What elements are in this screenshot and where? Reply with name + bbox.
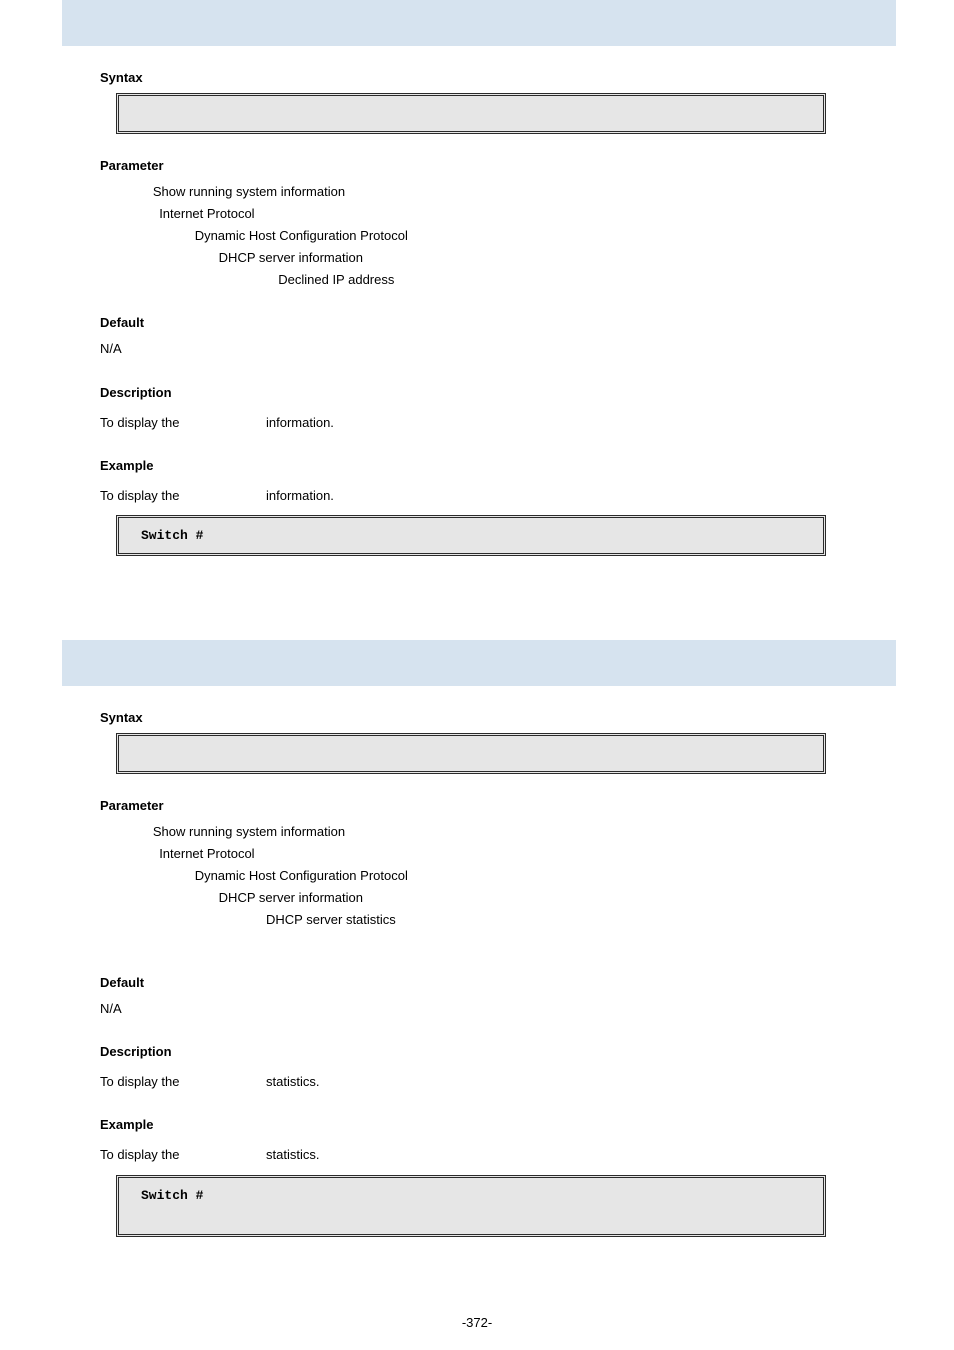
- example-code-2: Switch # show ip dhcp server statistics: [116, 1175, 826, 1237]
- example-text-2: To display the DHCP server statistics.: [100, 1144, 954, 1166]
- param-row: server DHCP server information: [176, 247, 954, 269]
- param-desc: DHCP server information: [219, 890, 363, 905]
- param-row: ip Internet Protocol: [144, 203, 954, 225]
- param-desc: DHCP server statistics: [266, 912, 396, 927]
- default-label-2: Default: [100, 975, 954, 990]
- ex-prefix: To display the: [100, 1147, 183, 1162]
- example-text-1: To display the DHCP server information.: [100, 485, 954, 507]
- param-desc: Internet Protocol: [159, 206, 254, 221]
- param-desc: Declined IP address: [278, 272, 394, 287]
- description-text-2: To display the DHCP server statistics.: [100, 1071, 954, 1093]
- syntax-code-2: show ip dhcp server statistics: [116, 733, 826, 774]
- ex-suffix: information.: [262, 488, 334, 503]
- code-prefix: Switch #: [141, 528, 211, 543]
- desc-prefix: To display the: [100, 1074, 183, 1089]
- page-number: -372-: [0, 1315, 954, 1330]
- param-row: ip Internet Protocol: [144, 843, 954, 865]
- param-desc: Show running system information: [153, 184, 345, 199]
- example-label-1: Example: [100, 458, 954, 473]
- param-row: show Show running system information: [116, 821, 954, 843]
- param-desc: Show running system information: [153, 824, 345, 839]
- example-code-1: Switch # show ip dhcp server declined-ip: [116, 515, 826, 556]
- parameter-list-1: show Show running system information ip …: [100, 181, 954, 291]
- desc-prefix: To display the: [100, 415, 183, 430]
- parameter-label-1: Parameter: [100, 158, 954, 173]
- param-row: dhcp Dynamic Host Configuration Protocol: [160, 225, 954, 247]
- param-desc: Internet Protocol: [159, 846, 254, 861]
- syntax-label-1: Syntax: [100, 70, 954, 85]
- section-heading-2: show ip dhcp server statistics: [62, 640, 896, 686]
- parameter-label-2: Parameter: [100, 798, 954, 813]
- param-desc: Dynamic Host Configuration Protocol: [195, 868, 408, 883]
- param-desc: DHCP server information: [219, 250, 363, 265]
- code-prefix: Switch #: [141, 1188, 211, 1203]
- param-row: statistics DHCP server statistics: [206, 909, 954, 931]
- description-text-1: To display the DHCP server information.: [100, 412, 954, 434]
- description-label-1: Description: [100, 385, 954, 400]
- section-heading-1: show ip dhcp server declined-ip: [62, 0, 896, 46]
- desc-suffix: statistics.: [262, 1074, 319, 1089]
- default-value-1: N/A: [100, 338, 954, 360]
- param-row: dhcp Dynamic Host Configuration Protocol: [160, 865, 954, 887]
- default-label-1: Default: [100, 315, 954, 330]
- description-label-2: Description: [100, 1044, 954, 1059]
- syntax-code-1: show ip dhcp server declined-ip: [116, 93, 826, 134]
- param-desc: Dynamic Host Configuration Protocol: [195, 228, 408, 243]
- syntax-label-2: Syntax: [100, 710, 954, 725]
- param-row: show Show running system information: [116, 181, 954, 203]
- default-value-2: N/A: [100, 998, 954, 1020]
- parameter-list-2: show Show running system information ip …: [100, 821, 954, 931]
- desc-suffix: information.: [262, 415, 334, 430]
- param-row: server DHCP server information: [176, 887, 954, 909]
- ex-prefix: To display the: [100, 488, 183, 503]
- example-label-2: Example: [100, 1117, 954, 1132]
- param-row: declined-ip Declined IP address: [206, 269, 954, 291]
- ex-suffix: statistics.: [262, 1147, 319, 1162]
- page-container: show ip dhcp server declined-ip Syntax s…: [0, 0, 954, 1350]
